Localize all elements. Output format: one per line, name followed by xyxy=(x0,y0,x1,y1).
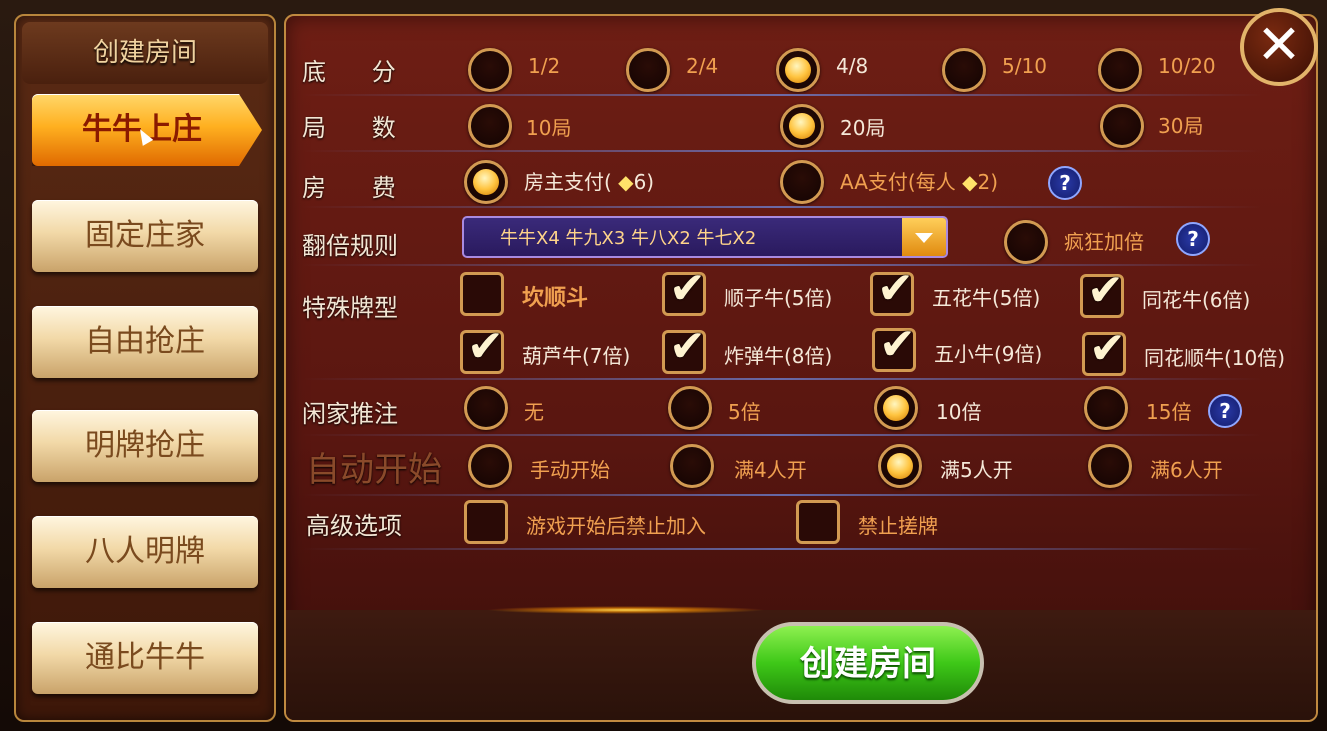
close-icon[interactable]: ✕ xyxy=(1240,8,1318,86)
special-option-label: 同花牛(6倍) xyxy=(1142,288,1251,312)
row-divider xyxy=(302,434,1262,436)
special-option-label: 同花顺牛(10倍) xyxy=(1144,346,1286,370)
double-rule-value: 牛牛X4 牛九X3 牛八X2 牛七X2 xyxy=(500,228,757,249)
fee-owner-count: 6) xyxy=(633,170,655,194)
auto-option-label: 满5人开 xyxy=(940,458,1013,482)
row-divider xyxy=(302,150,1262,152)
special-check-straight-flush[interactable] xyxy=(1082,323,1126,376)
base-option-label: 5/10 xyxy=(1002,54,1047,78)
special-check-bomb[interactable] xyxy=(662,321,706,374)
push-option-label: 10倍 xyxy=(936,400,982,424)
sidebar-title: 创建房间 xyxy=(22,22,268,84)
fee-owner-text: 房主支付( xyxy=(524,170,612,194)
auto-radio-manual[interactable] xyxy=(468,444,512,488)
rounds-radio-20[interactable] xyxy=(780,104,824,148)
rounds-label: 局 数 xyxy=(302,114,396,142)
special-type-label: 特殊牌型 xyxy=(302,294,398,322)
mode-button-open-grab[interactable]: 明牌抢庄 xyxy=(32,410,258,482)
row-divider xyxy=(302,378,1262,380)
push-radio-15x[interactable] xyxy=(1084,386,1128,430)
special-option-label: 顺子牛(5倍) xyxy=(724,286,833,310)
push-help-icon[interactable]: ? xyxy=(1208,394,1242,428)
base-radio-2-4[interactable] xyxy=(626,48,670,92)
fee-help-icon[interactable]: ? xyxy=(1048,166,1082,200)
rounds-option-label: 10局 xyxy=(526,116,572,140)
rounds-radio-10[interactable] xyxy=(468,104,512,148)
push-option-label: 15倍 xyxy=(1146,400,1192,424)
base-radio-10-20[interactable] xyxy=(1098,48,1142,92)
fee-aa-option: AA支付(每人 ◆2) xyxy=(840,166,998,195)
double-rule-dropdown[interactable]: 牛牛X4 牛九X3 牛八X2 牛七X2 xyxy=(462,216,948,258)
fee-radio-owner[interactable] xyxy=(464,160,508,204)
diamond-icon: ◆ xyxy=(955,170,978,194)
row-divider xyxy=(302,548,1262,550)
base-score-label: 底 分 xyxy=(302,58,396,86)
crazy-double-label: 疯狂加倍 xyxy=(1064,230,1144,254)
special-check-flush[interactable] xyxy=(1080,265,1124,318)
base-option-label: 2/4 xyxy=(686,54,719,78)
auto-radio-5[interactable] xyxy=(878,444,922,488)
special-check-five-flower[interactable] xyxy=(870,263,914,316)
mode-button-eight-open[interactable]: 八人明牌 xyxy=(32,516,258,588)
push-option-label: 无 xyxy=(524,400,544,424)
push-radio-none[interactable] xyxy=(464,386,508,430)
special-option-label: 坎顺斗 xyxy=(522,286,589,311)
footer-glow xyxy=(486,606,766,614)
special-option-label: 炸弹牛(8倍) xyxy=(724,344,833,368)
advanced-check-no-join[interactable] xyxy=(464,500,508,544)
base-option-label: 10/20 xyxy=(1158,54,1216,78)
fee-aa-count: 2) xyxy=(977,170,999,194)
advanced-option-label: 游戏开始后禁止加入 xyxy=(526,514,706,538)
settings-panel: 底 分 1/2 2/4 4/8 5/10 10/20 局 数 10局 20局 3… xyxy=(284,14,1318,722)
base-option-label: 4/8 xyxy=(836,54,869,78)
push-radio-5x[interactable] xyxy=(668,386,712,430)
auto-start-label: 自动开始 xyxy=(306,450,442,490)
base-radio-1-2[interactable] xyxy=(468,48,512,92)
row-divider xyxy=(302,206,1262,208)
special-option-label: 五花牛(5倍) xyxy=(932,286,1041,310)
special-check-straight[interactable] xyxy=(662,263,706,316)
chevron-down-icon[interactable] xyxy=(902,218,946,256)
mode-button-free-grab[interactable]: 自由抢庄 xyxy=(32,306,258,378)
advanced-check-no-rub[interactable] xyxy=(796,500,840,544)
row-divider xyxy=(302,94,1262,96)
push-option-label: 5倍 xyxy=(728,400,761,424)
push-label: 闲家推注 xyxy=(302,400,398,428)
base-radio-4-8[interactable] xyxy=(776,48,820,92)
special-option-label: 葫芦牛(7倍) xyxy=(522,344,631,368)
mode-sidebar: 创建房间 牛牛上庄 固定庄家 自由抢庄 明牌抢庄 八人明牌 通比牛牛 xyxy=(14,14,276,722)
crazy-double-radio[interactable] xyxy=(1004,220,1048,264)
auto-option-label: 满4人开 xyxy=(734,458,807,482)
special-check-five-small[interactable] xyxy=(872,319,916,372)
push-radio-10x[interactable] xyxy=(874,386,918,430)
double-help-icon[interactable]: ? xyxy=(1176,222,1210,256)
auto-option-label: 手动开始 xyxy=(530,458,610,482)
auto-radio-6[interactable] xyxy=(1088,444,1132,488)
fee-owner-option: 房主支付( ◆6) xyxy=(524,166,654,195)
special-check-kanshun[interactable] xyxy=(460,272,504,316)
fee-aa-text: AA支付(每人 xyxy=(840,170,956,194)
diamond-icon: ◆ xyxy=(611,170,634,194)
mode-button-fixed-banker[interactable]: 固定庄家 xyxy=(32,200,258,272)
special-option-label: 五小牛(9倍) xyxy=(934,342,1043,366)
double-rule-label: 翻倍规则 xyxy=(302,232,398,260)
rounds-option-label: 30局 xyxy=(1158,114,1204,138)
advanced-label: 高级选项 xyxy=(306,512,402,540)
auto-radio-4[interactable] xyxy=(670,444,714,488)
base-radio-5-10[interactable] xyxy=(942,48,986,92)
special-check-full-house[interactable] xyxy=(460,321,504,374)
row-divider xyxy=(302,494,1262,496)
create-room-button[interactable]: 创建房间 xyxy=(752,622,984,704)
advanced-option-label: 禁止搓牌 xyxy=(858,514,938,538)
base-option-label: 1/2 xyxy=(528,54,561,78)
room-fee-label: 房 费 xyxy=(302,174,396,202)
mode-button-tongbi[interactable]: 通比牛牛 xyxy=(32,622,258,694)
auto-option-label: 满6人开 xyxy=(1150,458,1223,482)
rounds-option-label: 20局 xyxy=(840,116,886,140)
fee-radio-aa[interactable] xyxy=(780,160,824,204)
rounds-radio-30[interactable] xyxy=(1100,104,1144,148)
